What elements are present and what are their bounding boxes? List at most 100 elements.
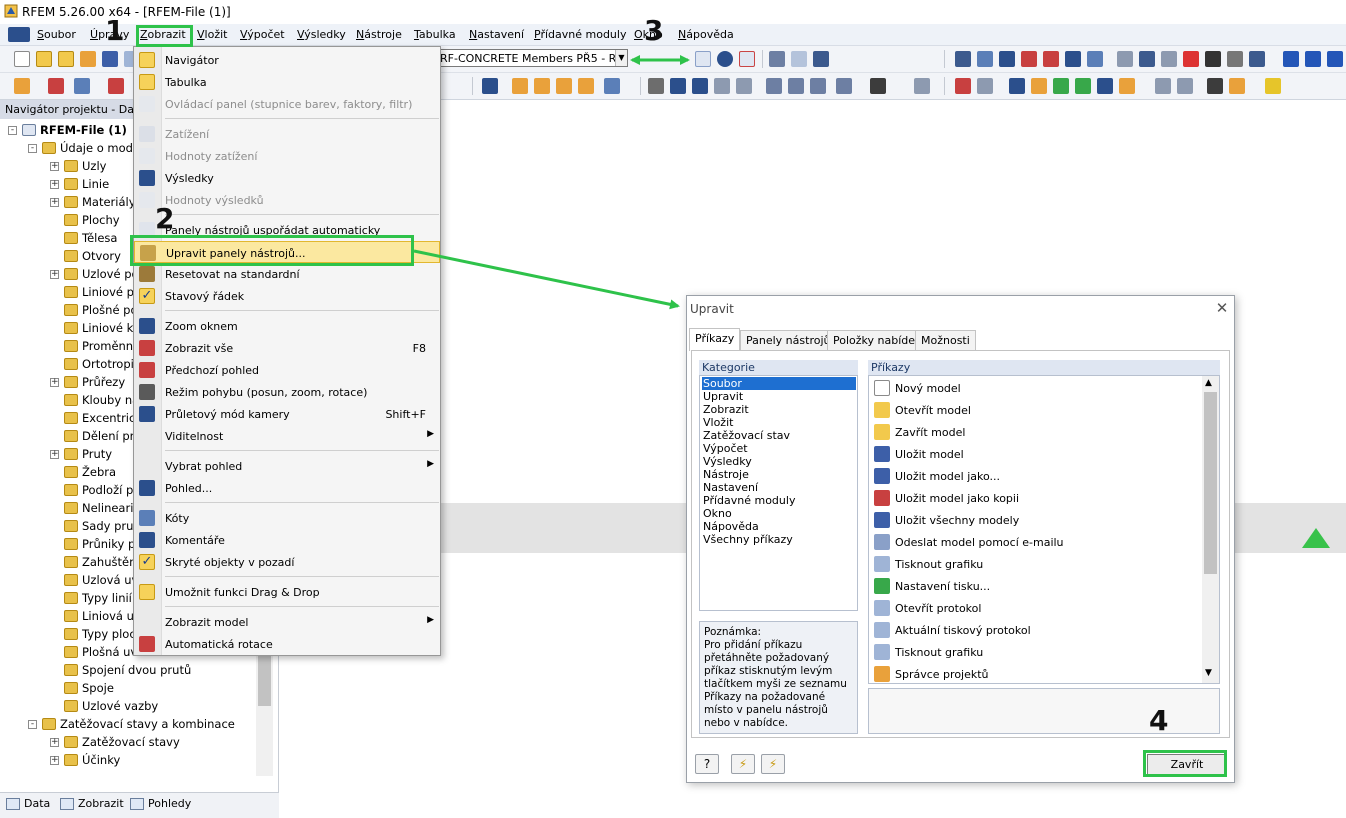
expand-icon[interactable]: + — [50, 756, 59, 765]
expand-icon[interactable]: + — [50, 180, 59, 189]
tool-icon[interactable] — [955, 51, 971, 67]
cut-icon[interactable] — [769, 51, 785, 67]
open-folder-icon[interactable] — [36, 51, 52, 67]
menu-item-view[interactable]: Pohled... — [134, 477, 440, 499]
axis-icon[interactable] — [836, 78, 852, 94]
new-file-icon[interactable] — [14, 51, 30, 67]
command-item[interactable]: Uložit model jako... — [872, 465, 1202, 487]
tool-icon[interactable] — [714, 78, 730, 94]
expand-icon[interactable]: + — [50, 738, 59, 747]
tool-icon[interactable] — [1021, 51, 1037, 67]
category-item[interactable]: Nástroje — [702, 468, 856, 481]
tool-icon[interactable] — [1227, 51, 1243, 67]
tool-icon[interactable] — [1117, 51, 1133, 67]
collapse-icon[interactable]: - — [8, 126, 17, 135]
tool-icon[interactable] — [1087, 51, 1103, 67]
menu-tabulka[interactable]: Tabulka — [414, 28, 456, 41]
menu-nastaveni[interactable]: Nastavení — [469, 28, 524, 41]
module-select[interactable]: RF-CONCRETE Members PŘ5 - Re ▼ — [436, 49, 628, 67]
zoom-icon[interactable] — [670, 78, 686, 94]
tool-icon[interactable] — [648, 78, 664, 94]
table-view-icon[interactable] — [791, 51, 807, 67]
axis-x-icon[interactable] — [766, 78, 782, 94]
tool-icon[interactable] — [736, 78, 752, 94]
category-item[interactable]: Soubor — [702, 377, 856, 390]
menu-item-zoom-all[interactable]: Zobrazit vše F8 — [134, 337, 440, 359]
menu-item-zoom-window[interactable]: Zoom oknem — [134, 315, 440, 337]
tree-item[interactable]: + Účinky — [4, 752, 254, 770]
tool-icon[interactable] — [534, 78, 550, 94]
menu-item-auto-rotate[interactable]: Automatická rotace — [134, 633, 440, 655]
save-icon[interactable] — [102, 51, 118, 67]
tool-icon[interactable] — [692, 78, 708, 94]
block-icon[interactable] — [80, 51, 96, 67]
command-item[interactable]: Nový model — [872, 377, 1202, 399]
menu-item-submenu-19[interactable]: Viditelnost ▶ — [134, 425, 440, 447]
scroll-up-icon[interactable]: ▲ — [1205, 378, 1212, 388]
import-button[interactable]: ⚡ — [731, 754, 755, 774]
command-item[interactable]: Aktuální tiskový protokol — [872, 619, 1202, 641]
result-values-icon[interactable] — [739, 51, 755, 67]
menu-item-hidden-objects-check[interactable]: ✓ Skryté objekty v pozadí — [134, 551, 440, 573]
scroll-down-icon[interactable]: ▼ — [1205, 668, 1212, 678]
tool-icon[interactable] — [1229, 78, 1245, 94]
document-menu-icon[interactable] — [8, 27, 30, 42]
tool-icon[interactable] — [604, 78, 620, 94]
menu-vlozit[interactable]: Vložit — [197, 28, 227, 41]
tool-icon[interactable] — [1097, 78, 1113, 94]
tool-icon[interactable] — [1283, 51, 1299, 67]
tool-icon[interactable] — [999, 51, 1015, 67]
tool-icon[interactable] — [977, 78, 993, 94]
category-item[interactable]: Zatěžovací stav — [702, 429, 856, 442]
tree-item[interactable]: - Zatěžovací stavy a kombinace — [4, 716, 254, 734]
project-icon[interactable] — [58, 51, 74, 67]
results-eye-icon[interactable] — [717, 51, 733, 67]
expand-icon[interactable]: + — [50, 198, 59, 207]
tool-icon[interactable] — [1205, 51, 1221, 67]
menu-vypocet[interactable]: Výpočet — [240, 28, 285, 41]
tab-prikazy[interactable]: Příkazy — [689, 328, 741, 351]
tool-icon[interactable] — [1265, 78, 1281, 94]
menu-item-dimensions[interactable]: Kóty — [134, 507, 440, 529]
command-item[interactable]: Odeslat model pomocí e-mailu — [872, 531, 1202, 553]
member-icon[interactable] — [74, 78, 90, 94]
tool-icon[interactable] — [1161, 51, 1177, 67]
chevron-down-icon[interactable]: ▼ — [615, 50, 627, 66]
menu-item-camera[interactable]: Průletový mód kamery Shift+F — [134, 403, 440, 425]
tool-icon[interactable] — [1031, 78, 1047, 94]
tool-icon[interactable] — [1177, 78, 1193, 94]
tool-icon[interactable] — [1207, 78, 1223, 94]
menu-item-navigator[interactable]: Navigátor — [134, 49, 440, 71]
export-button[interactable]: ⚡ — [761, 754, 785, 774]
menu-item-drag-drop[interactable]: Umožnit funkci Drag & Drop — [134, 581, 440, 603]
menu-item-move-mode[interactable]: Režim pohybu (posun, zoom, rotace) — [134, 381, 440, 403]
command-item[interactable]: Nastavení tisku... — [872, 575, 1202, 597]
tool-icon[interactable] — [870, 78, 886, 94]
menu-item-results-eye[interactable]: Výsledky — [134, 167, 440, 189]
menu-pridavne-moduly[interactable]: Přídavné moduly — [534, 28, 626, 41]
menu-soubor[interactable]: Soubor — [37, 28, 76, 41]
expand-icon[interactable]: + — [50, 162, 59, 171]
tool-icon[interactable] — [1139, 51, 1155, 67]
expand-icon[interactable]: + — [50, 378, 59, 387]
close-icon[interactable]: ✕ — [1213, 299, 1231, 317]
menu-item-table[interactable]: Tabulka — [134, 71, 440, 93]
tool-icon[interactable] — [977, 51, 993, 67]
tool-icon[interactable] — [955, 78, 971, 94]
tool-icon[interactable] — [1249, 51, 1265, 67]
tool-icon[interactable] — [1327, 51, 1343, 67]
menu-item-statusbar-check[interactable]: ✓ Stavový řádek — [134, 285, 440, 307]
menu-item-comments[interactable]: Komentáře — [134, 529, 440, 551]
command-item[interactable]: Tisknout grafiku — [872, 641, 1202, 663]
category-item[interactable]: Výpočet — [702, 442, 856, 455]
tool-icon[interactable] — [1065, 51, 1081, 67]
scrollbar-thumb[interactable] — [1204, 392, 1217, 574]
category-item[interactable]: Zobrazit — [702, 403, 856, 416]
command-item[interactable]: Otevřít protokol — [872, 597, 1202, 619]
collapse-icon[interactable]: - — [28, 720, 37, 729]
category-item[interactable]: Nápověda — [702, 520, 856, 533]
delete-icon[interactable] — [1183, 51, 1199, 67]
expand-icon[interactable]: + — [50, 270, 59, 279]
tree-item[interactable]: Spoje — [4, 680, 254, 698]
command-item[interactable]: Uložit všechny modely — [872, 509, 1202, 531]
